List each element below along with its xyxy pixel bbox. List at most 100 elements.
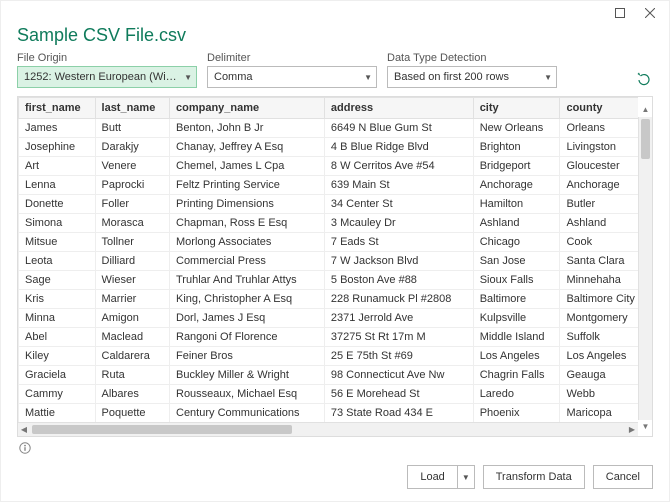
- cell-city: Chicago: [473, 233, 560, 252]
- table-row[interactable]: KileyCaldareraFeiner Bros25 E 75th St #6…: [19, 347, 639, 366]
- cell-city: Anchorage: [473, 176, 560, 195]
- cell-first_name: Mitsue: [19, 233, 96, 252]
- cell-address: 639 Main St: [324, 176, 473, 195]
- transform-data-button[interactable]: Transform Data: [483, 465, 585, 489]
- table-row[interactable]: LeotaDilliardCommercial Press7 W Jackson…: [19, 252, 639, 271]
- cell-company_name: King, Christopher A Esq: [170, 290, 325, 309]
- load-split-button: Load ▼: [407, 465, 474, 489]
- table-row[interactable]: ArtVenereChemel, James L Cpa8 W Cerritos…: [19, 157, 639, 176]
- cell-company_name: Dorl, James J Esq: [170, 309, 325, 328]
- column-header-last_name[interactable]: last_name: [95, 98, 169, 119]
- cancel-button-label: Cancel: [606, 471, 640, 483]
- scroll-up-arrow-icon[interactable]: ▲: [639, 103, 652, 115]
- cell-county: Gloucester: [560, 157, 638, 176]
- cell-address: 228 Runamuck Pl #2808: [324, 290, 473, 309]
- cell-county: Santa Clara: [560, 252, 638, 271]
- table-header-row: first_namelast_namecompany_nameaddressci…: [19, 98, 639, 119]
- info-icon: [19, 442, 31, 454]
- cell-first_name: Simona: [19, 214, 96, 233]
- detection-value: Based on first 200 rows: [394, 71, 509, 83]
- table-row[interactable]: KrisMarrierKing, Christopher A Esq228 Ru…: [19, 290, 639, 309]
- detection-label: Data Type Detection: [387, 52, 557, 64]
- cell-address: 37275 St Rt 17m M: [324, 328, 473, 347]
- cell-city: New Orleans: [473, 119, 560, 138]
- scroll-down-arrow-icon[interactable]: ▼: [639, 420, 652, 432]
- vertical-scroll-thumb[interactable]: [641, 119, 650, 159]
- column-header-address[interactable]: address: [324, 98, 473, 119]
- load-dropdown-button[interactable]: ▼: [457, 465, 475, 489]
- cell-last_name: Darakjy: [95, 138, 169, 157]
- refresh-button[interactable]: [635, 70, 653, 88]
- cell-company_name: Morlong Associates: [170, 233, 325, 252]
- cell-last_name: Venere: [95, 157, 169, 176]
- delimiter-group: Delimiter Comma ▼: [207, 52, 377, 88]
- cell-last_name: Ruta: [95, 366, 169, 385]
- cell-city: Laredo: [473, 385, 560, 404]
- preview-table: first_namelast_namecompany_nameaddressci…: [18, 97, 638, 422]
- table-row[interactable]: JosephineDarakjyChanay, Jeffrey A Esq4 B…: [19, 138, 639, 157]
- file-origin-value: 1252: Western European (Windows): [24, 71, 180, 83]
- horizontal-scrollbar[interactable]: ◀ ▶: [18, 422, 638, 436]
- table-row[interactable]: MattiePoquetteCentury Communications73 S…: [19, 404, 639, 423]
- cell-company_name: Commercial Press: [170, 252, 325, 271]
- table-row[interactable]: LennaPaprockiFeltz Printing Service639 M…: [19, 176, 639, 195]
- cell-last_name: Butt: [95, 119, 169, 138]
- cell-last_name: Marrier: [95, 290, 169, 309]
- cell-county: Los Angeles: [560, 347, 638, 366]
- cell-address: 34 Center St: [324, 195, 473, 214]
- chevron-down-icon: ▼: [184, 73, 192, 82]
- table-row[interactable]: AbelMacleadRangoni Of Florence37275 St R…: [19, 328, 639, 347]
- cell-first_name: Kris: [19, 290, 96, 309]
- cell-first_name: Kiley: [19, 347, 96, 366]
- scroll-left-arrow-icon[interactable]: ◀: [18, 423, 30, 436]
- cell-address: 7 Eads St: [324, 233, 473, 252]
- table-row[interactable]: JamesButtBenton, John B Jr6649 N Blue Gu…: [19, 119, 639, 138]
- table-scroll-area[interactable]: first_namelast_namecompany_nameaddressci…: [18, 97, 638, 422]
- cell-first_name: Art: [19, 157, 96, 176]
- cell-last_name: Albares: [95, 385, 169, 404]
- file-origin-label: File Origin: [17, 52, 197, 64]
- cell-company_name: Feltz Printing Service: [170, 176, 325, 195]
- table-row[interactable]: SimonaMorascaChapman, Ross E Esq3 Mcaule…: [19, 214, 639, 233]
- cell-address: 3 Mcauley Dr: [324, 214, 473, 233]
- cell-first_name: Sage: [19, 271, 96, 290]
- scroll-right-arrow-icon[interactable]: ▶: [626, 423, 638, 436]
- cell-last_name: Foller: [95, 195, 169, 214]
- cell-city: Brighton: [473, 138, 560, 157]
- column-header-county[interactable]: county: [560, 98, 638, 119]
- table-row[interactable]: MitsueTollnerMorlong Associates7 Eads St…: [19, 233, 639, 252]
- detection-dropdown[interactable]: Based on first 200 rows ▼: [387, 66, 557, 88]
- cell-city: Phoenix: [473, 404, 560, 423]
- cell-city: Los Angeles: [473, 347, 560, 366]
- horizontal-scroll-thumb[interactable]: [32, 425, 292, 434]
- table-row[interactable]: DonetteFollerPrinting Dimensions34 Cente…: [19, 195, 639, 214]
- cell-company_name: Feiner Bros: [170, 347, 325, 366]
- table-row[interactable]: GracielaRutaBuckley Miller & Wright98 Co…: [19, 366, 639, 385]
- load-button-label: Load: [420, 471, 444, 483]
- detection-group: Data Type Detection Based on first 200 r…: [387, 52, 557, 88]
- table-row[interactable]: SageWieserTruhlar And Truhlar Attys5 Bos…: [19, 271, 639, 290]
- file-origin-dropdown[interactable]: 1252: Western European (Windows) ▼: [17, 66, 197, 88]
- cell-county: Orleans: [560, 119, 638, 138]
- cell-first_name: Cammy: [19, 385, 96, 404]
- cell-city: Hamilton: [473, 195, 560, 214]
- delimiter-dropdown[interactable]: Comma ▼: [207, 66, 377, 88]
- cell-last_name: Morasca: [95, 214, 169, 233]
- cell-city: Baltimore: [473, 290, 560, 309]
- maximize-button[interactable]: [605, 2, 635, 24]
- cell-city: Middle Island: [473, 328, 560, 347]
- cell-first_name: Graciela: [19, 366, 96, 385]
- cancel-button[interactable]: Cancel: [593, 465, 653, 489]
- cell-city: Bridgeport: [473, 157, 560, 176]
- cell-county: Anchorage: [560, 176, 638, 195]
- column-header-company_name[interactable]: company_name: [170, 98, 325, 119]
- cell-company_name: Chanay, Jeffrey A Esq: [170, 138, 325, 157]
- cell-county: Geauga: [560, 366, 638, 385]
- close-button[interactable]: [635, 2, 665, 24]
- column-header-first_name[interactable]: first_name: [19, 98, 96, 119]
- table-row[interactable]: CammyAlbaresRousseaux, Michael Esq56 E M…: [19, 385, 639, 404]
- vertical-scrollbar[interactable]: ▲ ▼: [638, 117, 652, 420]
- column-header-city[interactable]: city: [473, 98, 560, 119]
- load-button[interactable]: Load: [407, 465, 456, 489]
- table-row[interactable]: MinnaAmigonDorl, James J Esq2371 Jerrold…: [19, 309, 639, 328]
